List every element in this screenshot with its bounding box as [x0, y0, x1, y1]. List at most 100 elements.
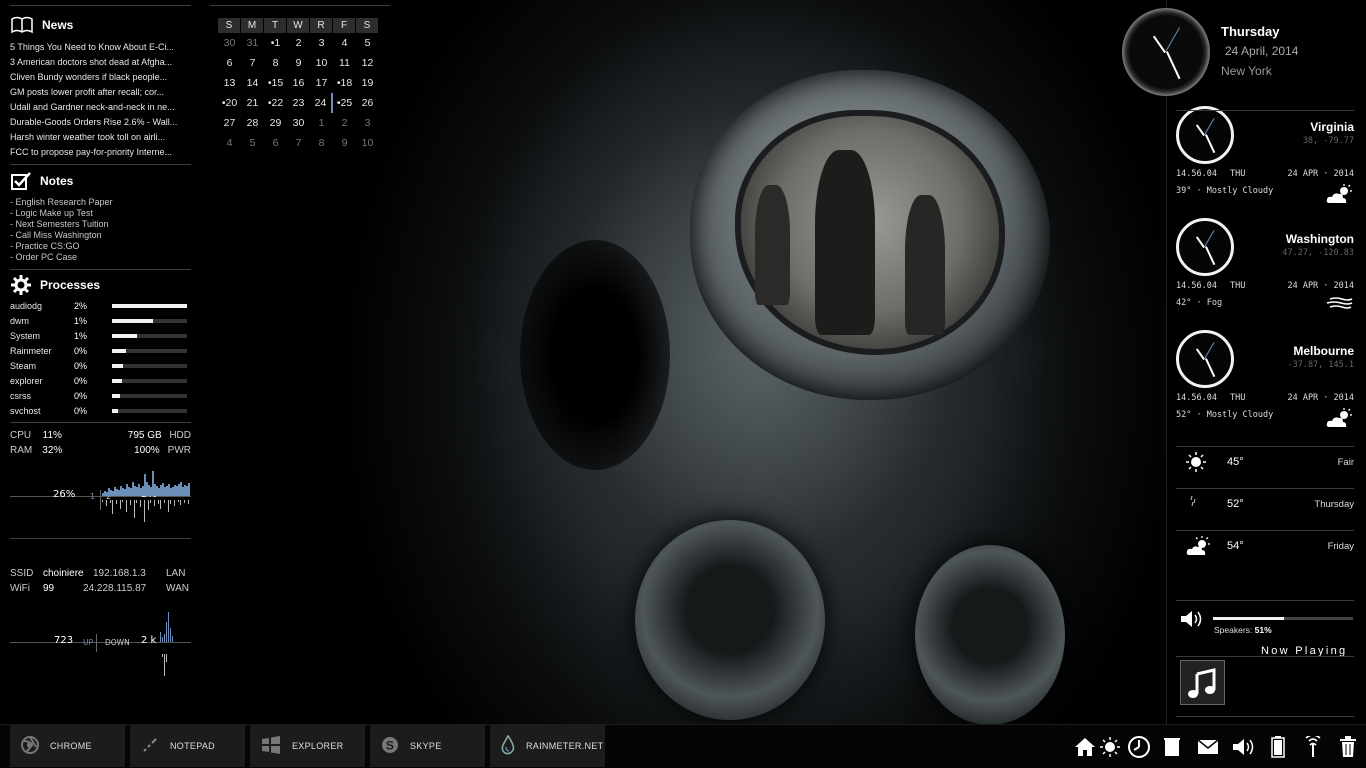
- calendar-day[interactable]: 9: [287, 53, 310, 73]
- note-item[interactable]: - Logic Make up Test: [10, 208, 191, 219]
- calendar-day[interactable]: •22: [264, 93, 287, 113]
- calendar-day[interactable]: 3: [356, 113, 379, 133]
- calendar-day[interactable]: 6: [264, 133, 287, 153]
- world-clock-face: [1176, 330, 1234, 388]
- calendar-day[interactable]: •15: [264, 73, 287, 93]
- taskbar-button-rainmeter-net[interactable]: RAINMETER.NET: [490, 725, 605, 767]
- calendar-day[interactable]: 5: [356, 33, 379, 53]
- ssid-value: choiniere: [43, 568, 84, 579]
- news-item[interactable]: Udall and Gardner neck-and-neck in ne...: [10, 100, 191, 115]
- calendar-day[interactable]: 13: [218, 73, 241, 93]
- news-item[interactable]: Durable-Goods Orders Rise 2.6% - Wall...: [10, 115, 191, 130]
- recycle-bin-icon[interactable]: [1336, 735, 1360, 759]
- network-graph-bar: [162, 637, 163, 642]
- calendar-week: 6 7 8 9 10 11 12: [218, 53, 380, 73]
- calendar-day[interactable]: 5: [241, 133, 264, 153]
- calendar-day[interactable]: 19: [356, 73, 379, 93]
- taskbar-button-skype[interactable]: S SKYPE: [370, 725, 485, 767]
- calendar-day[interactable]: 10: [356, 133, 379, 153]
- calendar-day[interactable]: 17: [310, 73, 333, 93]
- city-weekday: THU: [1230, 393, 1246, 403]
- news-header: News: [10, 12, 191, 38]
- checkbox-icon: [11, 172, 31, 190]
- news-item[interactable]: Harsh winter weather took toll on airli.…: [10, 130, 191, 145]
- note-item[interactable]: - Next Semesters Tuition: [10, 219, 191, 230]
- note-item[interactable]: - Practice CS:GO: [10, 241, 191, 252]
- download-label: DOWN: [105, 638, 130, 647]
- taskbar-button-notepad[interactable]: NOTEPAD: [130, 725, 245, 767]
- news-item[interactable]: 5 Things You Need to Know About E-Ci...: [10, 40, 191, 55]
- volume-icon[interactable]: [1180, 610, 1204, 631]
- note-item[interactable]: - Call Miss Washington: [10, 230, 191, 241]
- process-row: csrss 0%: [10, 388, 191, 403]
- calendar-day[interactable]: 12: [356, 53, 379, 73]
- weather-icon[interactable]: [1098, 735, 1122, 759]
- calendar-day[interactable]: 10: [310, 53, 333, 73]
- wan-label: WAN: [166, 583, 189, 594]
- lan-label: LAN: [166, 568, 186, 579]
- process-percent: 0%: [74, 390, 88, 401]
- windows-icon: [260, 735, 282, 757]
- calendar-day[interactable]: 7: [287, 133, 310, 153]
- calendar-day[interactable]: 23: [287, 93, 310, 113]
- notes-widget: Notes - English Research Paper - Logic Ma…: [10, 168, 191, 274]
- calendar-day[interactable]: 30: [287, 113, 310, 133]
- clock-date: 24 April, 2014: [1225, 44, 1299, 58]
- news-item[interactable]: GM posts lower profit after recall; cor.…: [10, 85, 191, 100]
- calendar-day[interactable]: 2: [287, 33, 310, 53]
- calendar-day[interactable]: •1: [264, 33, 287, 53]
- volume-slider[interactable]: [1213, 617, 1353, 620]
- hdd-label: HDD: [169, 430, 191, 441]
- note-item[interactable]: - Order PC Case: [10, 252, 191, 263]
- calendar-day[interactable]: •20: [218, 93, 241, 113]
- calendar-day[interactable]: 28: [241, 113, 264, 133]
- wifi-icon[interactable]: [1301, 735, 1325, 759]
- battery-icon[interactable]: [1266, 735, 1290, 759]
- calendar-day[interactable]: 31: [241, 33, 264, 53]
- taskbar-button-chrome[interactable]: CHROME: [10, 725, 125, 767]
- calendar-day[interactable]: •25: [333, 93, 356, 113]
- news-item[interactable]: FCC to propose pay-for-priority Interne.…: [10, 145, 191, 160]
- calendar-day[interactable]: 9: [333, 133, 356, 153]
- calendar-day[interactable]: •18: [333, 73, 356, 93]
- calendar-day[interactable]: 27: [218, 113, 241, 133]
- calendar-day[interactable]: 26: [356, 93, 379, 113]
- mail-icon[interactable]: [1196, 735, 1220, 759]
- power-value: 100%: [134, 445, 160, 456]
- notes-icon[interactable]: [1160, 735, 1184, 759]
- calendar-day[interactable]: 7: [241, 53, 264, 73]
- calendar-day[interactable]: 6: [218, 53, 241, 73]
- calendar-day[interactable]: 14: [241, 73, 264, 93]
- note-item[interactable]: - English Research Paper: [10, 197, 191, 208]
- calendar-day[interactable]: 8: [264, 53, 287, 73]
- calendar-day[interactable]: 30: [218, 33, 241, 53]
- calendar-day[interactable]: 11: [333, 53, 356, 73]
- calendar-day[interactable]: 21: [241, 93, 264, 113]
- album-art[interactable]: [1180, 660, 1225, 705]
- calendar-day[interactable]: 1: [310, 113, 333, 133]
- volume-icon[interactable]: [1232, 735, 1256, 759]
- calendar-day[interactable]: 3: [310, 33, 333, 53]
- world-clock-face: [1176, 106, 1234, 164]
- process-name: System: [10, 330, 41, 341]
- calendar-day[interactable]: 29: [264, 113, 287, 133]
- calendar-day[interactable]: 2: [333, 113, 356, 133]
- home-icon[interactable]: [1073, 735, 1097, 759]
- city-name: Washington: [1285, 232, 1354, 246]
- calendar-day[interactable]: 8: [310, 133, 333, 153]
- cpu-graph-bar: [178, 500, 179, 502]
- process-bar: [112, 408, 187, 413]
- calendar-day[interactable]: 24: [310, 93, 333, 113]
- taskbar-button-explorer[interactable]: EXPLORER: [250, 725, 365, 767]
- process-bar: [112, 363, 187, 368]
- clock-icon[interactable]: [1127, 735, 1151, 759]
- ssid-row: SSID choiniere 192.168.1.3 LAN: [10, 566, 191, 581]
- news-item[interactable]: Cliven Bundy wonders if black people...: [10, 70, 191, 85]
- calendar-day[interactable]: 4: [333, 33, 356, 53]
- calendar-day[interactable]: 4: [218, 133, 241, 153]
- cpu-graph-bar: [188, 500, 189, 504]
- rain-icon: [1186, 494, 1200, 511]
- news-item[interactable]: 3 American doctors shot dead at Afgha...: [10, 55, 191, 70]
- notes-header: Notes: [10, 168, 191, 194]
- calendar-day[interactable]: 16: [287, 73, 310, 93]
